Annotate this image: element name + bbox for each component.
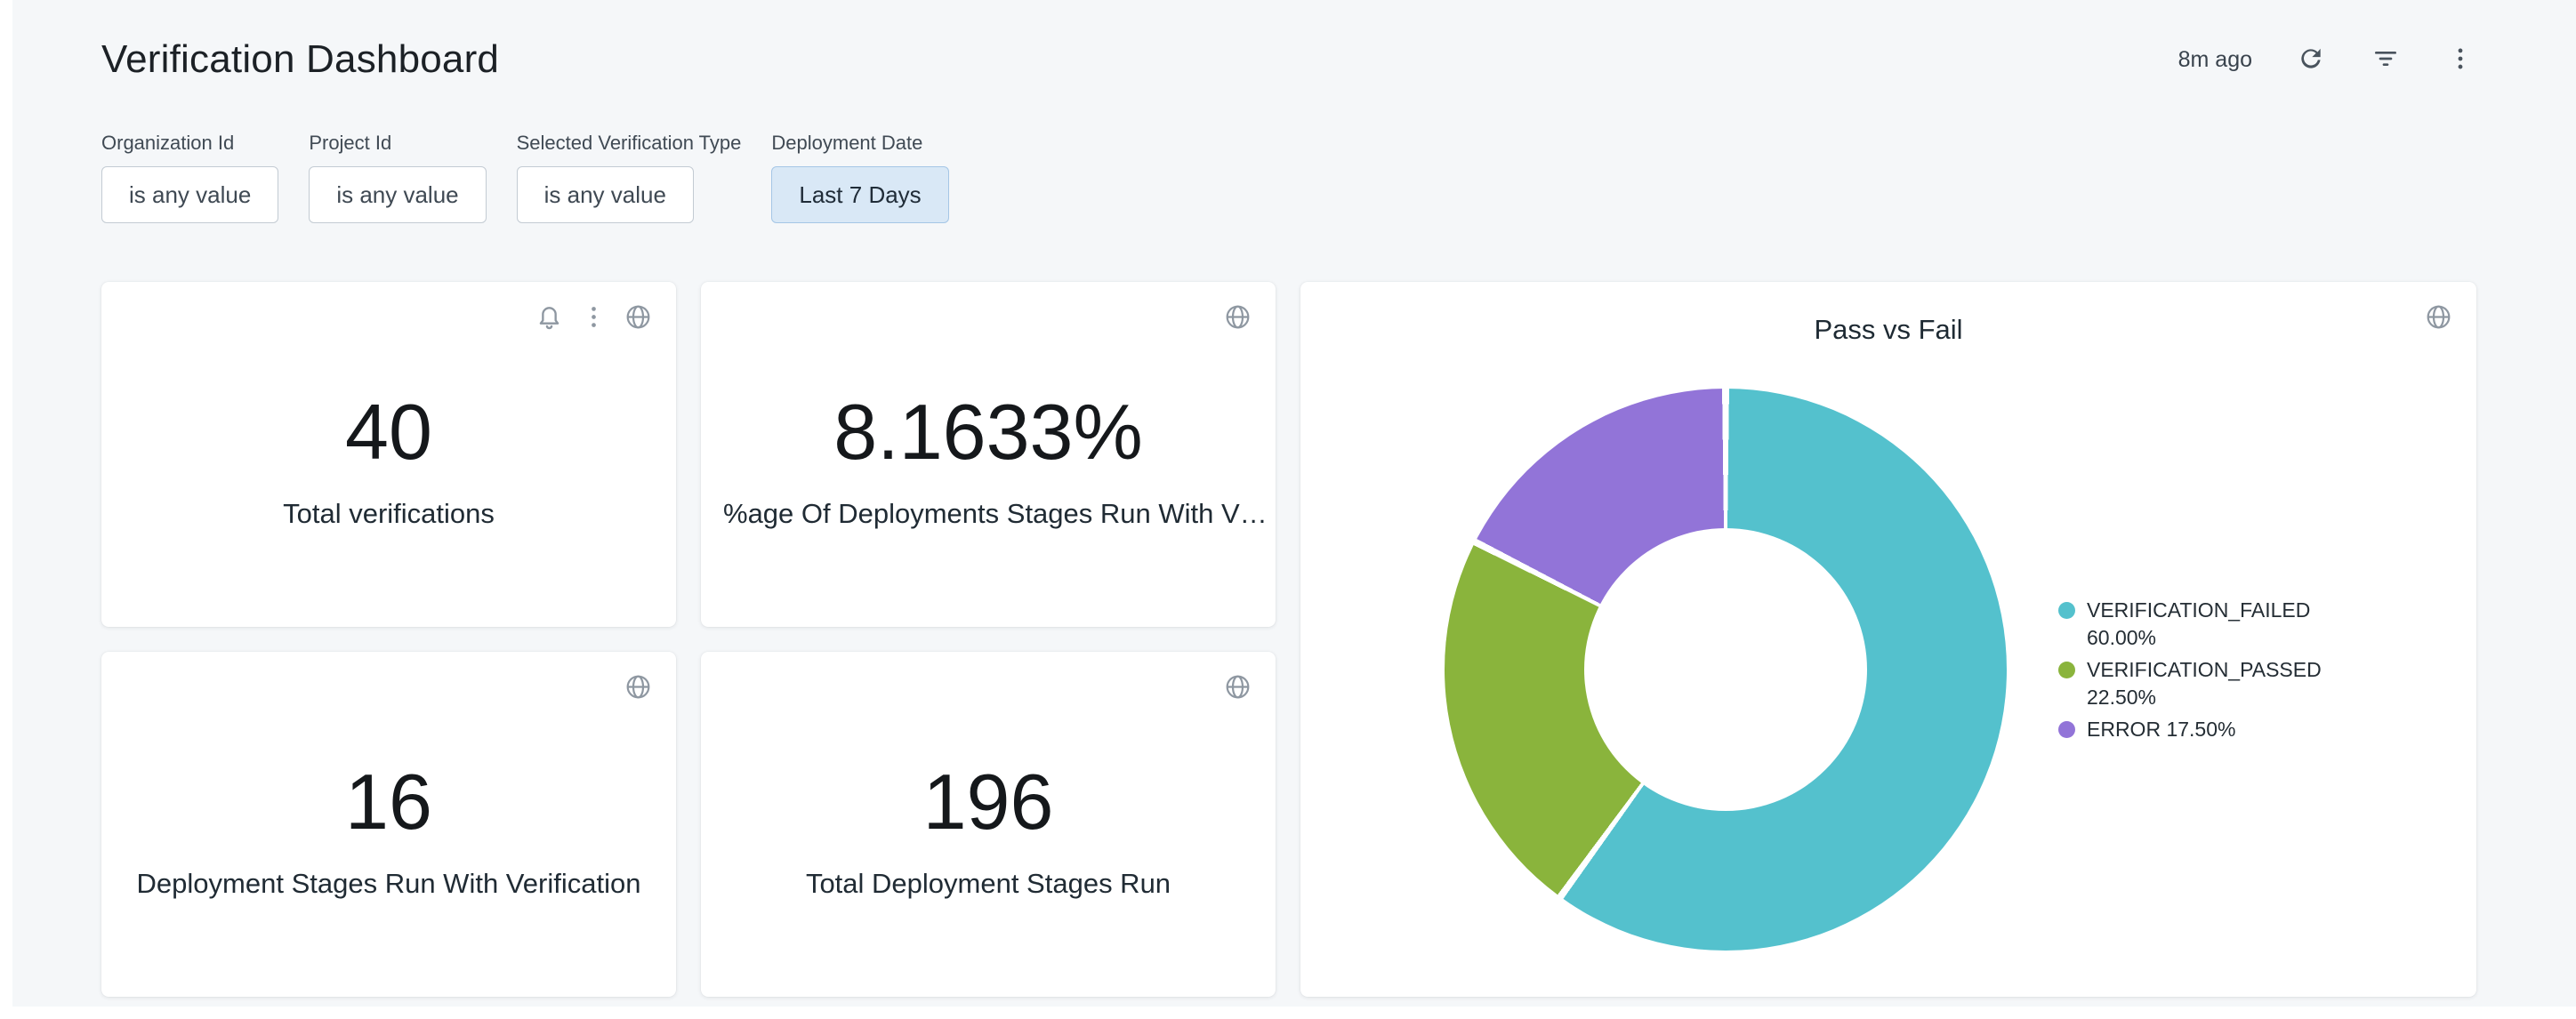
tile-menu-button[interactable]	[578, 303, 608, 333]
kebab-menu-icon	[2446, 44, 2475, 76]
tile-actions	[2423, 303, 2453, 333]
globe-icon	[1223, 672, 1252, 704]
filter-label: Selected Verification Type	[517, 132, 742, 155]
explore-button[interactable]	[1222, 303, 1252, 333]
filter-organization-id: Organization Id is any value	[101, 132, 278, 223]
legend-dot	[2058, 721, 2075, 738]
explore-button[interactable]	[623, 303, 653, 333]
tile-value: 196	[923, 761, 1054, 843]
filter-value-project-id[interactable]: is any value	[309, 166, 486, 223]
legend-dot	[2058, 602, 2075, 619]
chart-body: VERIFICATION_FAILED 60.00% VERIFICATION_…	[1300, 389, 2476, 951]
legend-text: VERIFICATION_FAILED 60.00%	[2087, 597, 2354, 652]
filter-button[interactable]	[2370, 44, 2402, 76]
chart-legend: VERIFICATION_FAILED 60.00% VERIFICATION_…	[2058, 597, 2354, 743]
filter-value-verification-type[interactable]: is any value	[517, 166, 694, 223]
filter-verification-type: Selected Verification Type is any value	[517, 132, 742, 223]
dashboard-page: Verification Dashboard 8m ago	[12, 0, 2576, 1007]
legend-text: ERROR 17.50%	[2087, 716, 2235, 743]
filter-value-deployment-date[interactable]: Last 7 Days	[771, 166, 948, 223]
legend-text: VERIFICATION_PASSED 22.50%	[2087, 656, 2354, 711]
tile-actions	[623, 673, 653, 703]
bell-icon	[535, 302, 564, 334]
tile-label: Total Deployment Stages Run	[795, 868, 1181, 900]
tile-value: 40	[345, 391, 432, 473]
page-title: Verification Dashboard	[101, 37, 499, 82]
globe-icon	[624, 302, 653, 334]
legend-item-error[interactable]: ERROR 17.50%	[2058, 716, 2354, 743]
filter-label: Deployment Date	[771, 132, 948, 155]
legend-item-verification-passed[interactable]: VERIFICATION_PASSED 22.50%	[2058, 656, 2354, 711]
dashboard-grid: 40 Total verifications 8.1633% %age Of D…	[101, 282, 2576, 997]
alerts-button[interactable]	[534, 303, 564, 333]
last-refreshed-label: 8m ago	[2178, 47, 2252, 73]
header-actions: 8m ago	[2178, 44, 2476, 76]
filter-label: Organization Id	[101, 132, 278, 155]
explore-button[interactable]	[1222, 673, 1252, 703]
chart-title: Pass vs Fail	[1300, 314, 2476, 346]
donut-chart[interactable]	[1445, 389, 2007, 951]
tile-actions	[1222, 303, 1252, 333]
dashboard-menu-button[interactable]	[2444, 44, 2476, 76]
refresh-button[interactable]	[2295, 44, 2327, 76]
tile-label: %age Of Deployments Stages Run With V…	[712, 498, 1264, 530]
refresh-icon	[2297, 44, 2325, 76]
tile-pct-deployment-stages: 8.1633% %age Of Deployments Stages Run W…	[701, 282, 1276, 627]
tile-total-verifications: 40 Total verifications	[101, 282, 676, 627]
kebab-menu-icon	[579, 302, 608, 334]
tile-label: Total verifications	[272, 498, 505, 530]
globe-icon	[1223, 302, 1252, 334]
filter-project-id: Project Id is any value	[309, 132, 486, 223]
dashboard-header: Verification Dashboard 8m ago	[12, 0, 2576, 82]
explore-button[interactable]	[623, 673, 653, 703]
tile-actions	[534, 303, 653, 333]
tile-label: Deployment Stages Run With Verification	[126, 868, 652, 900]
tile-value: 8.1633%	[833, 391, 1142, 473]
globe-icon	[624, 672, 653, 704]
tile-stages-with-verification: 16 Deployment Stages Run With Verificati…	[101, 652, 676, 997]
legend-item-verification-failed[interactable]: VERIFICATION_FAILED 60.00%	[2058, 597, 2354, 652]
filter-deployment-date: Deployment Date Last 7 Days	[771, 132, 948, 223]
pass-vs-fail-chart-card: Pass vs Fail VERIFICATION_FAILED 60.00% …	[1300, 282, 2476, 997]
filter-value-organization-id[interactable]: is any value	[101, 166, 278, 223]
tile-total-stages-run: 196 Total Deployment Stages Run	[701, 652, 1276, 997]
filter-icon	[2371, 44, 2400, 76]
legend-dot	[2058, 662, 2075, 678]
explore-button[interactable]	[2423, 303, 2453, 333]
globe-icon	[2424, 302, 2453, 334]
tile-value: 16	[345, 761, 432, 843]
filter-label: Project Id	[309, 132, 486, 155]
filter-bar: Organization Id is any value Project Id …	[12, 82, 2576, 223]
tile-actions	[1222, 673, 1252, 703]
